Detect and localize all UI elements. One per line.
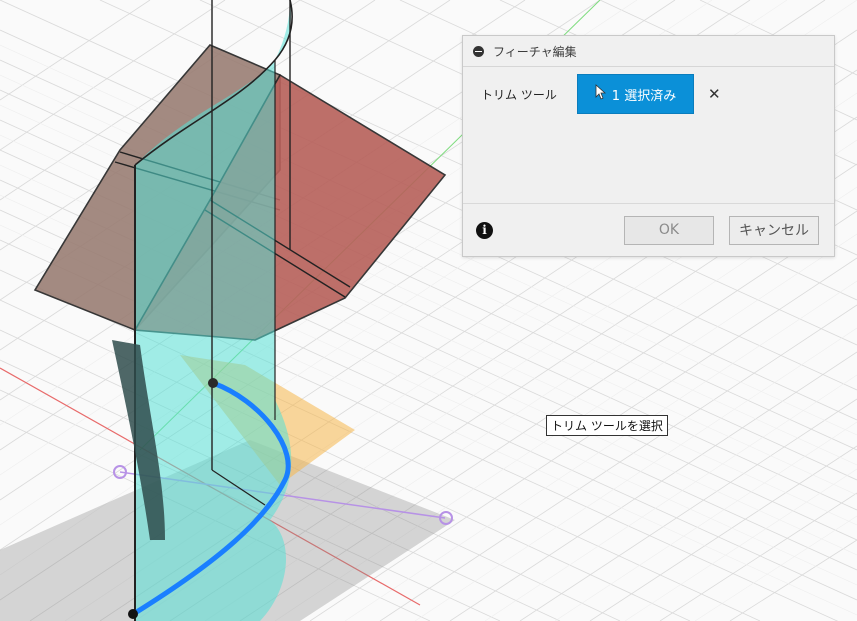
trim-tool-row: トリム ツール 1 選択済み ✕ [463, 73, 834, 115]
panel-footer: i OK キャンセル [463, 203, 834, 256]
panel-title: フィーチャ編集 [493, 44, 577, 59]
cursor-arrow-icon [595, 84, 606, 104]
selection-count-label: 1 選択済み [611, 88, 677, 104]
spline-endpoint[interactable] [128, 609, 138, 619]
tooltip: トリム ツールを選択 [546, 415, 668, 436]
info-icon[interactable]: i [476, 221, 493, 239]
edit-feature-panel: フィーチャ編集 トリム ツール 1 選択済み ✕ i OK キャンセル [462, 35, 835, 257]
collapse-icon[interactable] [473, 45, 484, 57]
panel-header: フィーチャ編集 [463, 36, 834, 67]
trim-tool-label: トリム ツール [481, 87, 557, 102]
cancel-button[interactable]: キャンセル [729, 215, 819, 245]
selection-button[interactable]: 1 選択済み [577, 74, 694, 114]
ok-button[interactable]: OK [624, 215, 714, 245]
close-icon[interactable]: ✕ [708, 85, 721, 103]
spline-endpoint[interactable] [208, 378, 218, 388]
